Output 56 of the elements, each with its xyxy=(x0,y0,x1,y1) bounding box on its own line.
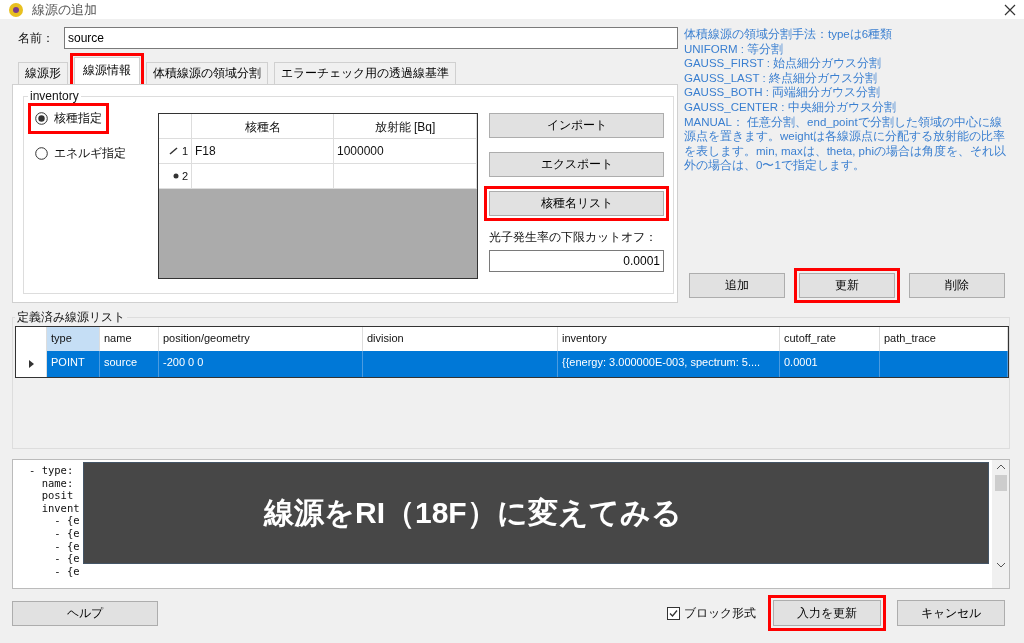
code-line: - {e xyxy=(53,514,80,527)
name-field[interactable]: source xyxy=(64,27,678,49)
pencil-icon xyxy=(168,147,179,155)
cutoff-label: 光子発生率の下限カットオフ： xyxy=(489,229,658,246)
scroll-up-icon[interactable] xyxy=(996,464,1005,469)
block-format-checkbox[interactable]: ブロック形式 xyxy=(667,604,756,622)
radio-label[interactable]: エネルギ指定 xyxy=(33,143,128,164)
row-pointer-icon xyxy=(28,360,34,368)
name-label: 名前： xyxy=(18,29,54,47)
row-header[interactable]: 2 xyxy=(159,164,192,188)
tab[interactable]: 線源形 xyxy=(18,62,68,84)
list-action-button[interactable]: 更新 xyxy=(799,273,895,298)
grid-action-button[interactable]: インポート xyxy=(489,113,664,138)
radio-label[interactable]: 核種指定 xyxy=(33,108,104,129)
table-cell: 0.0001 xyxy=(780,351,880,377)
table-cell: source xyxy=(100,351,159,377)
caption-banner: 線源をRI（18F）に変えてみる xyxy=(83,462,989,564)
code-line: - {e xyxy=(53,526,80,540)
code-line: posit xyxy=(40,489,74,502)
checkbox[interactable] xyxy=(667,606,680,620)
code-line: - type: xyxy=(29,464,74,477)
table-cell: F18 xyxy=(192,139,334,163)
group-legend: 定義済み線源リスト xyxy=(15,309,127,326)
window-title: 線源の追加 xyxy=(32,0,98,19)
code-line: - {e xyxy=(53,539,80,553)
dialog-button[interactable]: 入力を更新 xyxy=(773,600,881,626)
code-line: invent xyxy=(40,501,80,515)
table-cell: 1000000 xyxy=(334,139,477,163)
help-button[interactable]: ヘルプ xyxy=(12,600,158,626)
table-cell: POINT xyxy=(47,351,100,377)
app-icon xyxy=(8,1,24,18)
tab[interactable]: 線源情報 xyxy=(74,57,140,84)
tab[interactable]: 体積線源の領域分割 xyxy=(146,62,268,84)
table-cell: {{energy: 3.000000E-003, spectrum: 5.... xyxy=(558,351,780,377)
scroll-down-icon[interactable] xyxy=(996,563,1005,568)
row-header[interactable]: 1 xyxy=(159,139,192,163)
scroll-thumb[interactable] xyxy=(994,475,1007,491)
table-cell: -200 0 0 xyxy=(159,351,363,377)
code-line: - {e xyxy=(53,552,80,565)
list-action-button[interactable]: 削除 xyxy=(909,273,1005,298)
code-line: name: xyxy=(40,476,74,490)
cutoff-field[interactable]: 0.0001 xyxy=(489,250,664,272)
grid-action-button[interactable]: エクスポート xyxy=(489,152,664,177)
group-legend: inventory xyxy=(28,89,81,103)
radio-button[interactable] xyxy=(35,147,48,160)
radio-button[interactable] xyxy=(35,112,48,125)
code-line: - {e xyxy=(53,564,80,578)
close-icon[interactable] xyxy=(1004,3,1016,16)
grid-action-button[interactable]: 核種名リスト xyxy=(489,191,664,216)
table-row[interactable]: POINT source -200 0 0 {{energy: 3.000000E-003, spectrum: 5.... 0.0001 xyxy=(16,351,1008,377)
check-icon xyxy=(669,608,678,618)
help-text: 体積線源の領域分割手法：typeは6種類 UNIFORM : 等分割 GAUSS_FIRST : 始点細分ガウス分割 GAUSS_LAST : 終点細分ガウス分割 GAUSS_BOTH : 両端細分ガウス分割 GAUSS_CENTER : 中央細分ガウス分割 MANUAL： 任意分割、end_pointで分割した領域の中心に線源点を置きます。weightは各線源点に分配する放射能の比率を表します。min, maxは、theta, phiの場合は角度を、それ以外の場合は、0〜1で指定します。 xyxy=(684,27,1007,173)
list-action-button[interactable]: 追加 xyxy=(689,273,785,298)
column-header[interactable]: type xyxy=(47,327,100,351)
dialog-button[interactable]: キャンセル xyxy=(897,600,1005,626)
tab[interactable]: エラーチェック用の透過線基準 xyxy=(274,62,456,84)
